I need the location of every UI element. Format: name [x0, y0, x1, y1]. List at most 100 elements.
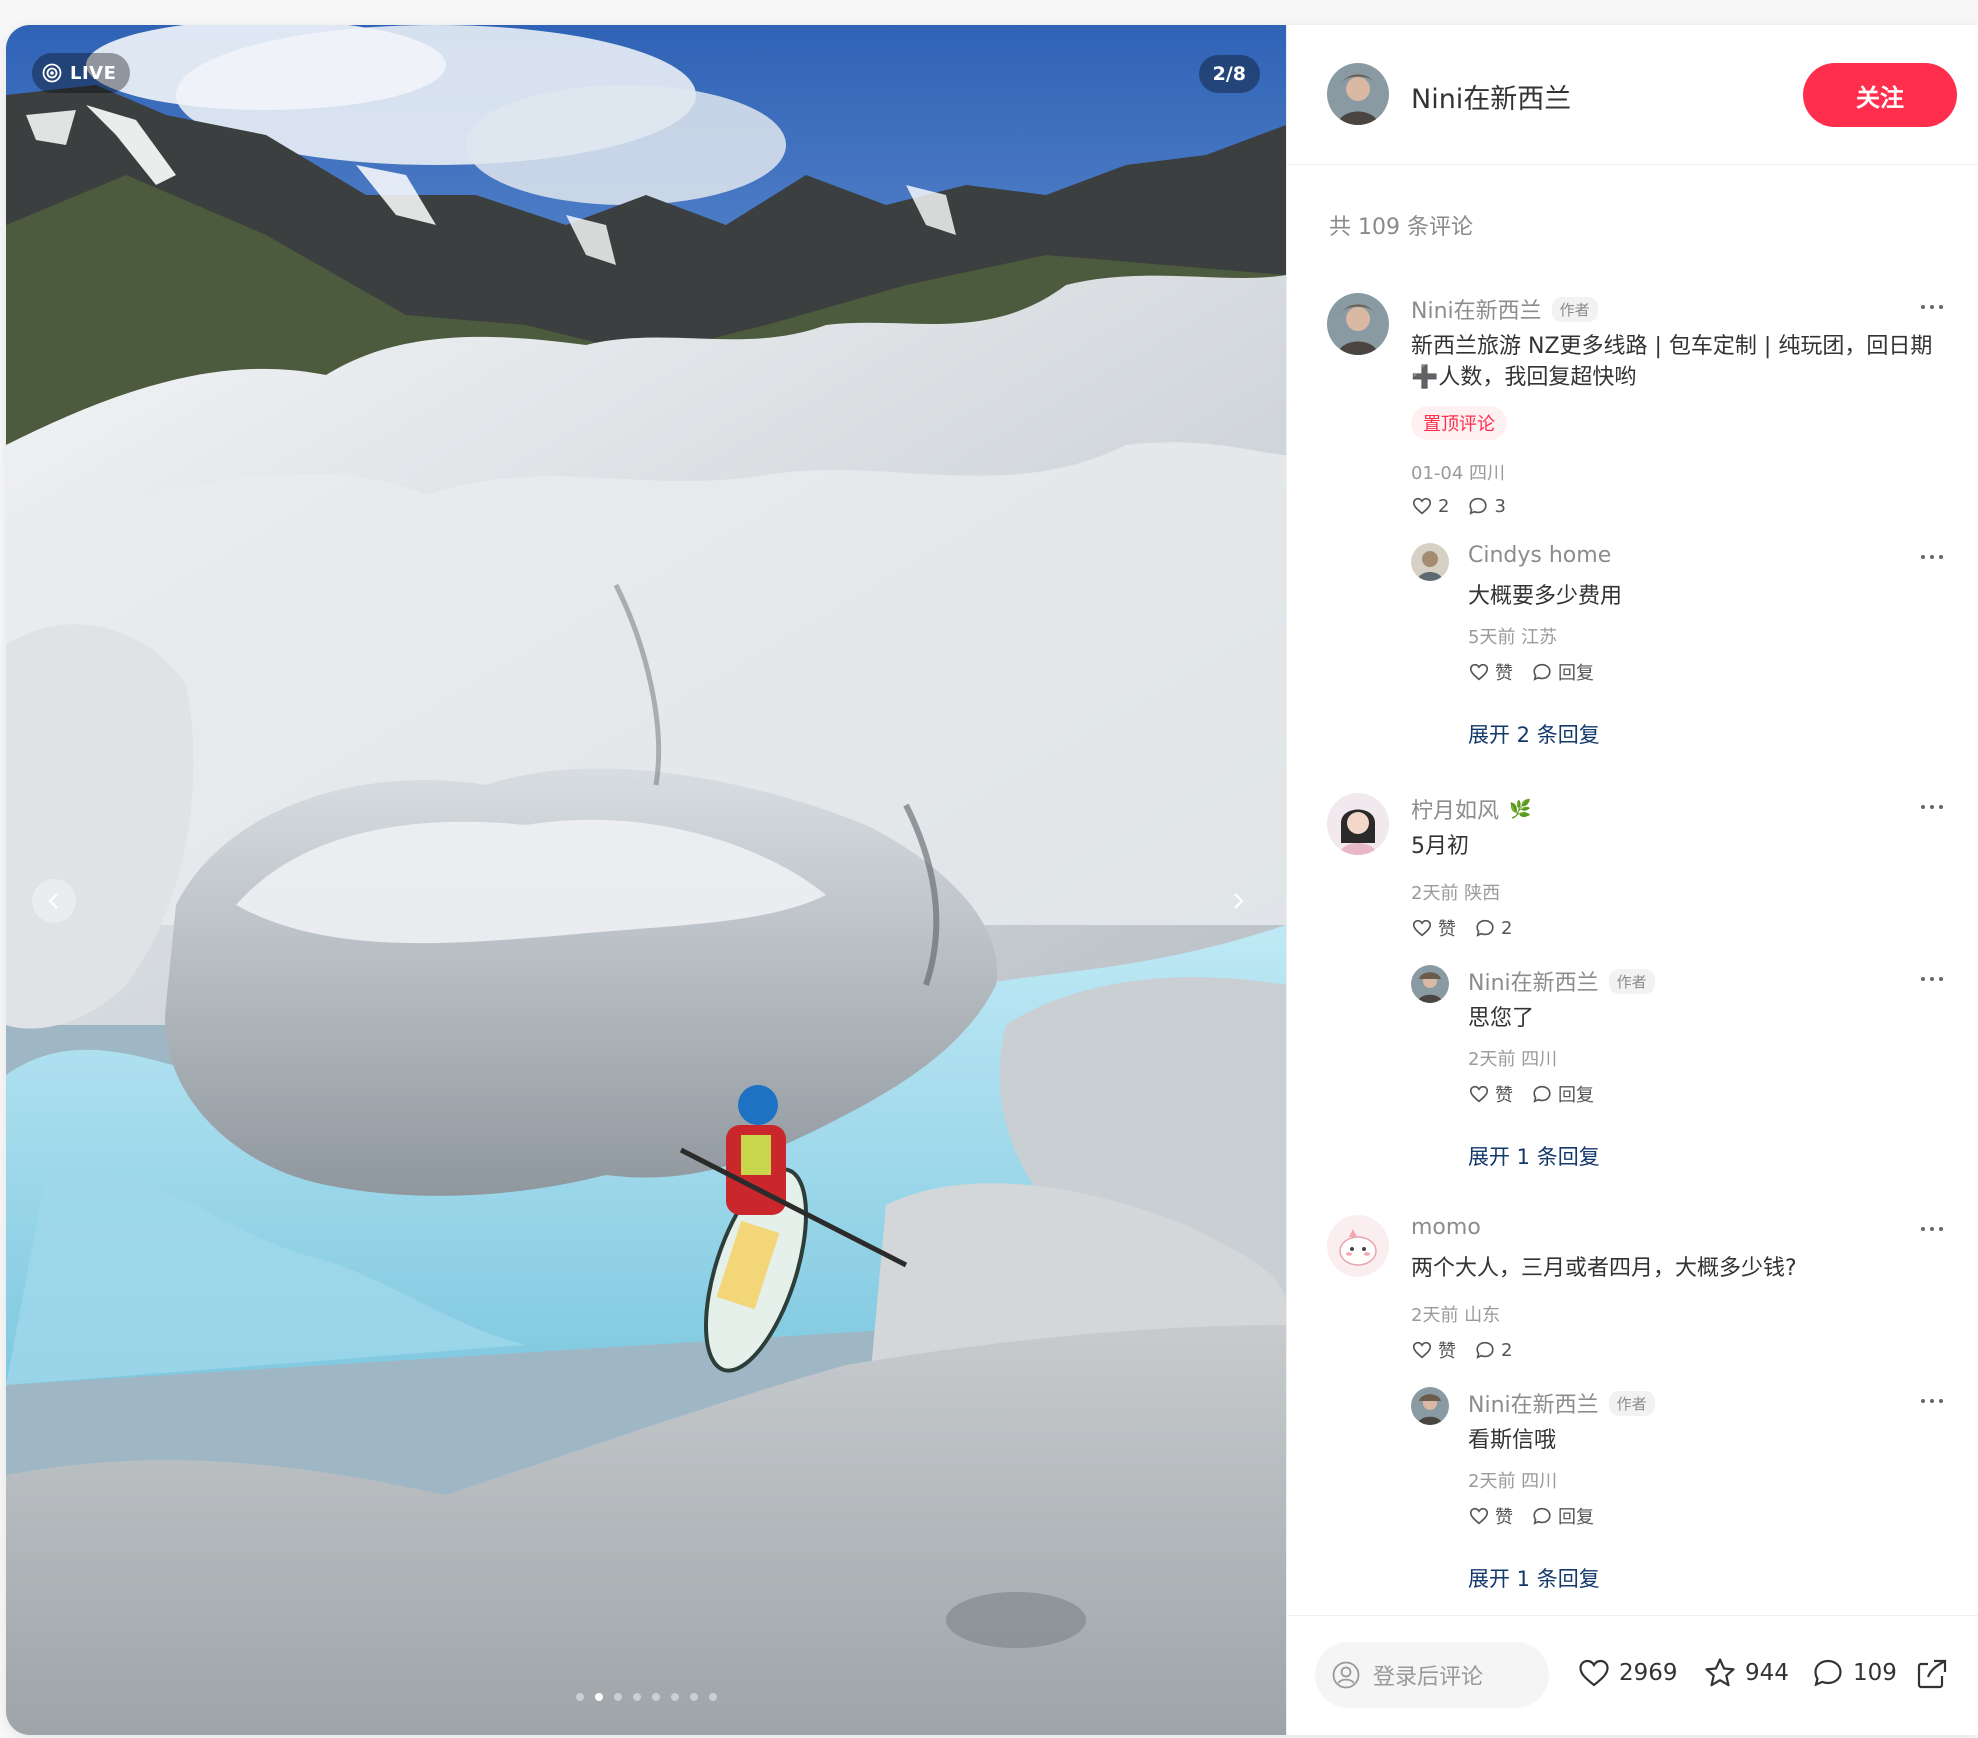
comment-author-name[interactable]: 柠月如风: [1411, 793, 1499, 825]
like-label: 赞: [1438, 1341, 1456, 1362]
like-label: 赞: [1495, 663, 1513, 684]
like-label: 赞: [1495, 1507, 1513, 1528]
collect-count: 944: [1745, 1660, 1789, 1686]
live-badge[interactable]: LIVE: [32, 53, 131, 93]
leaf-emoji: 🌿: [1509, 798, 1532, 820]
more-icon[interactable]: [1917, 1219, 1947, 1239]
like-button[interactable]: 赞: [1468, 1503, 1513, 1529]
slide-dot[interactable]: [651, 1693, 660, 1701]
reply-text: 思您了: [1468, 1006, 1535, 1031]
prev-image-button[interactable]: [32, 879, 76, 923]
like-count: 2969: [1619, 1660, 1678, 1686]
slide-dot[interactable]: [575, 1693, 584, 1701]
author-bar: Nini在新西兰 关注: [1287, 25, 1978, 165]
reply-actions: 赞 回复: [1468, 1503, 1594, 1529]
comment-actions: 2 3: [1411, 495, 1506, 517]
comment-bubble-icon: [1533, 1085, 1551, 1103]
reply-item: Nini在新西兰 作者 看斯信哦 2天前 四川 赞 回复: [1411, 1387, 1947, 1528]
comment-count-button[interactable]: 109: [1811, 1656, 1897, 1690]
comment-input[interactable]: 登录后评论: [1315, 1642, 1549, 1708]
expand-replies-link[interactable]: 展开 1 条回复: [1468, 1141, 1600, 1171]
reply-author: Nini在新西兰 作者: [1468, 965, 1655, 997]
heart-icon: [1469, 1085, 1489, 1103]
reply-button[interactable]: 3: [1467, 495, 1506, 517]
reply-item: Cindys home 大概要多少费用 5天前 江苏 赞 回复: [1411, 543, 1947, 684]
comment-author: momo: [1411, 1215, 1481, 1240]
avatar[interactable]: [1411, 1387, 1449, 1425]
user-icon: [1332, 1661, 1360, 1689]
slide-dot[interactable]: [708, 1693, 717, 1701]
comment-bubble-icon: [1476, 1341, 1494, 1359]
avatar[interactable]: [1327, 293, 1389, 355]
like-note-button[interactable]: 2969: [1577, 1656, 1678, 1690]
reply-meta: 2天前 四川: [1468, 1049, 1558, 1070]
more-icon[interactable]: [1917, 1391, 1947, 1411]
slide-dot-active[interactable]: [594, 1693, 603, 1701]
author-tag: 作者: [1608, 968, 1655, 994]
expand-replies-link[interactable]: 展开 2 条回复: [1468, 719, 1600, 749]
avatar[interactable]: [1411, 543, 1449, 581]
like-count: 2: [1438, 495, 1450, 517]
media-viewer[interactable]: LIVE 2/8: [6, 25, 1286, 1735]
reply-button[interactable]: 2: [1474, 1337, 1512, 1363]
like-button[interactable]: 赞: [1468, 1081, 1513, 1107]
slide-dot[interactable]: [670, 1693, 679, 1701]
comment-actions: 赞 2: [1411, 1337, 1512, 1363]
reply-meta: 5天前 江苏: [1468, 627, 1558, 648]
avatar[interactable]: [1327, 793, 1389, 855]
expand-replies-link[interactable]: 展开 1 条回复: [1468, 1563, 1600, 1593]
like-button[interactable]: 赞: [1468, 659, 1513, 685]
collect-button[interactable]: 944: [1703, 1656, 1789, 1690]
reply-label: 回复: [1558, 1085, 1594, 1106]
reply-author-name[interactable]: Nini在新西兰: [1468, 1387, 1599, 1419]
slide-dot[interactable]: [613, 1693, 622, 1701]
like-button[interactable]: 赞: [1411, 1337, 1456, 1363]
more-icon[interactable]: [1917, 797, 1947, 817]
comment-author-name[interactable]: Nini在新西兰: [1411, 293, 1542, 325]
chevron-right-icon: [1234, 893, 1244, 909]
slide-dot[interactable]: [689, 1693, 698, 1701]
reply-button[interactable]: 回复: [1531, 1503, 1594, 1529]
avatar[interactable]: [1411, 965, 1449, 1003]
avatar[interactable]: [1327, 1215, 1389, 1277]
comment-bubble-icon: [1469, 497, 1488, 515]
comment-bubble-icon: [1533, 1507, 1551, 1525]
more-icon[interactable]: [1917, 297, 1947, 317]
comments-total: 共 109 条评论: [1329, 215, 1473, 240]
reply-meta: 2天前 四川: [1468, 1471, 1558, 1492]
slide-dot[interactable]: [632, 1693, 641, 1701]
comment-bubble-icon: [1533, 663, 1551, 681]
share-icon[interactable]: [1914, 1656, 1950, 1692]
heart-icon: [1412, 1341, 1432, 1359]
like-label: 赞: [1438, 919, 1456, 940]
like-button[interactable]: 2: [1411, 495, 1449, 517]
reply-button[interactable]: 回复: [1531, 1081, 1594, 1107]
reply-author-name[interactable]: Nini在新西兰: [1468, 965, 1599, 997]
star-icon: [1705, 1658, 1735, 1687]
reply-author-name[interactable]: Cindys home: [1468, 543, 1611, 568]
comment-text: 5月初: [1411, 834, 1469, 859]
comment-item: Nini在新西兰 作者 新西兰旅游 NZ更多线路 | 包车定制 | 纯玩团，回日…: [1327, 293, 1947, 773]
more-icon[interactable]: [1917, 547, 1947, 567]
like-button[interactable]: 赞: [1411, 915, 1456, 941]
follow-button[interactable]: 关注: [1803, 63, 1957, 127]
heart-icon: [1412, 497, 1432, 515]
next-image-button[interactable]: [1216, 879, 1260, 923]
heart-icon: [1579, 1659, 1609, 1687]
reply-item: Nini在新西兰 作者 思您了 2天前 四川 赞 回复: [1411, 965, 1947, 1106]
reply-count: 2: [1501, 917, 1513, 939]
reply-actions: 赞 回复: [1468, 1081, 1594, 1107]
glacier-photo: [6, 25, 1286, 1735]
comment-item: 柠月如风 🌿 5月初 2天前 陕西 赞 2 Nini在新西兰 作者 思您了 2天…: [1327, 793, 1947, 1193]
more-icon[interactable]: [1917, 969, 1947, 989]
comment-bubble-icon: [1476, 919, 1494, 937]
comment-author-name[interactable]: momo: [1411, 1215, 1481, 1240]
reply-button[interactable]: 回复: [1531, 659, 1594, 685]
side-panel: Nini在新西兰 关注 共 109 条评论 Nini在新西兰 作者 新西兰旅游 …: [1286, 25, 1978, 1735]
page-counter: 2/8: [1198, 55, 1260, 93]
avatar[interactable]: [1327, 63, 1389, 125]
reply-text: 大概要多少费用: [1468, 584, 1623, 609]
author-name[interactable]: Nini在新西兰: [1411, 77, 1571, 116]
reply-button[interactable]: 2: [1474, 915, 1512, 941]
reply-actions: 赞 回复: [1468, 659, 1594, 685]
